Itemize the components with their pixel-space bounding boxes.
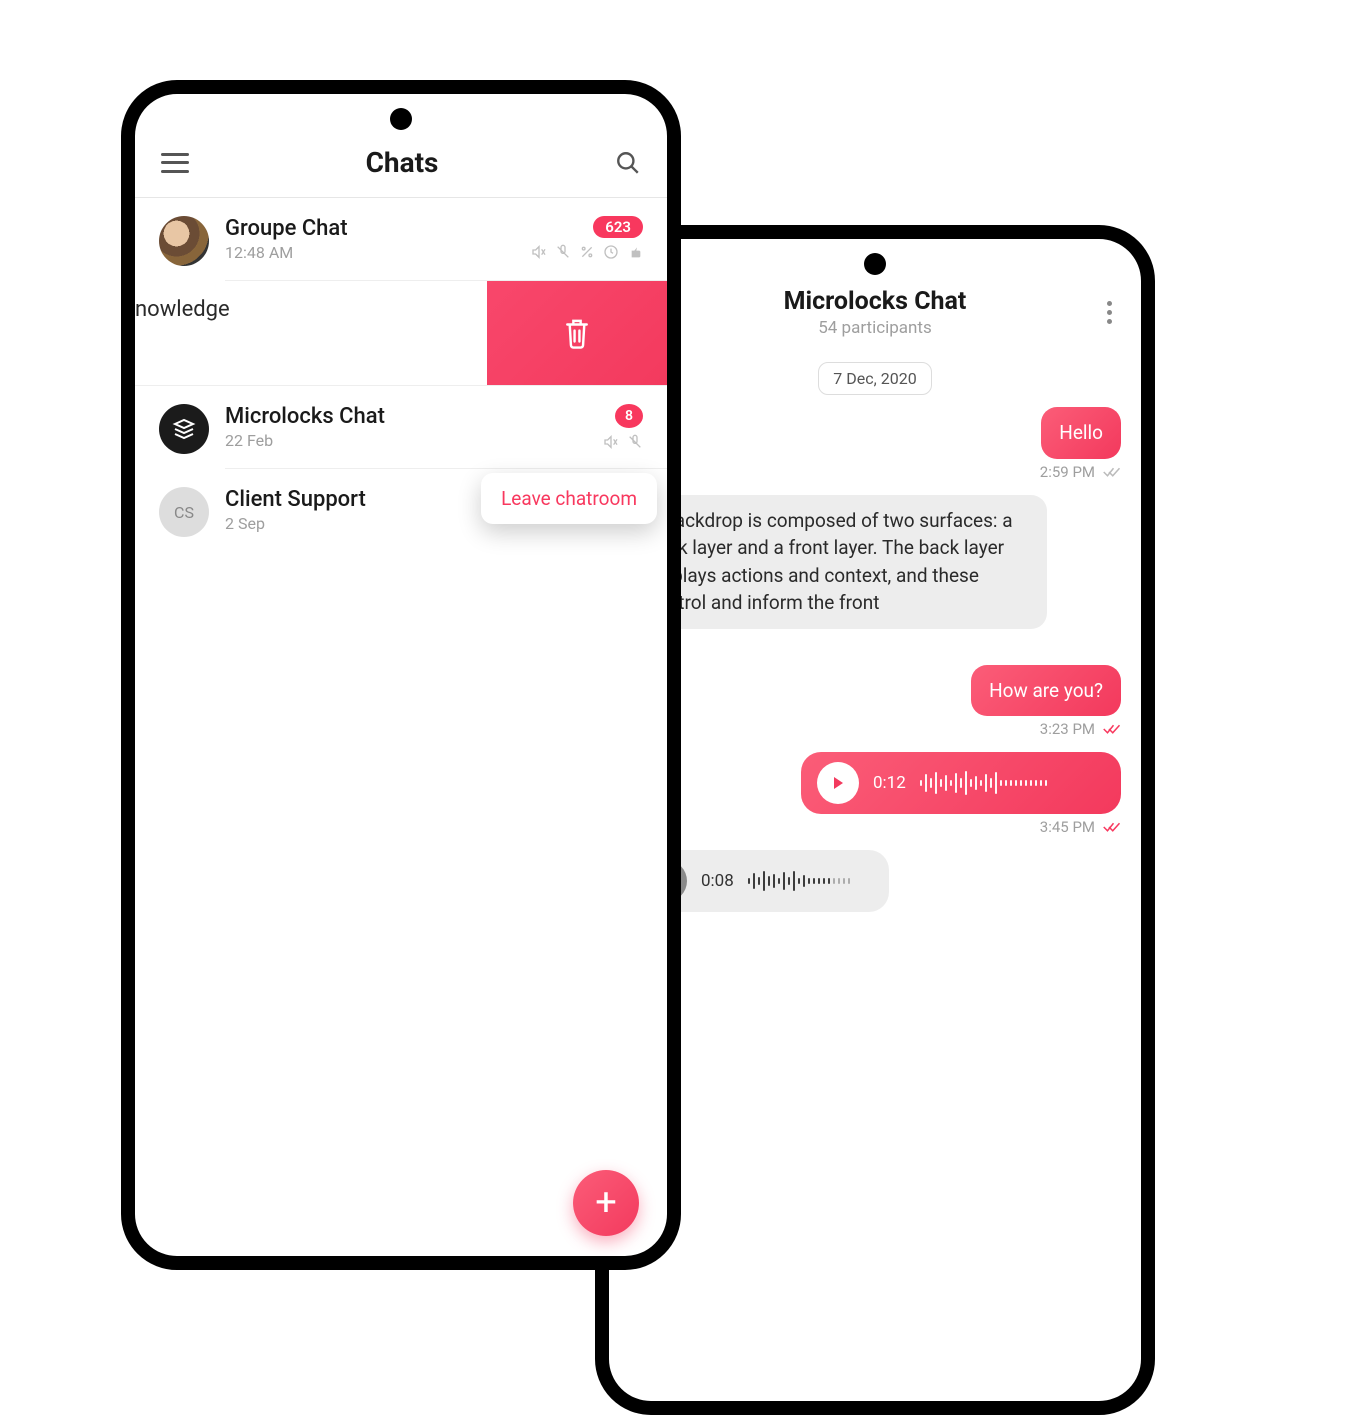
- unread-badge: 623: [593, 216, 643, 238]
- plus-icon: +: [595, 1181, 617, 1225]
- more-icon[interactable]: [1097, 301, 1121, 324]
- waveform: [748, 871, 873, 891]
- thumbs-up-icon: [627, 244, 643, 260]
- search-icon[interactable]: [615, 150, 641, 176]
- muted-icon: [603, 434, 619, 450]
- read-receipt-icon: [1103, 820, 1121, 834]
- status-icons: [603, 434, 643, 450]
- leave-chatroom-button[interactable]: Leave chatroom: [481, 473, 657, 524]
- chat-name: Microlocks Chat: [225, 404, 587, 429]
- chat-list-item[interactable]: Groupe Chat 12:48 AM 623: [135, 198, 667, 280]
- waveform: [920, 771, 1105, 795]
- menu-icon[interactable]: [161, 153, 189, 173]
- avatar: CS: [159, 487, 209, 537]
- chat-name: Groupe Chat: [225, 216, 515, 241]
- message-out[interactable]: Hello: [1041, 407, 1121, 459]
- avatar: [159, 216, 209, 266]
- message-meta: 1 PM: [629, 633, 1121, 651]
- chat-list-item-swiped[interactable]: nowledge: [135, 281, 667, 385]
- message-meta: 2:59 PM: [629, 463, 1121, 481]
- play-icon[interactable]: [817, 762, 859, 804]
- unread-badge: 8: [615, 404, 643, 428]
- trash-icon: [562, 316, 592, 350]
- message-meta: 3:45 PM: [629, 818, 1121, 836]
- status-icons: [531, 244, 643, 260]
- camera-dot: [864, 253, 886, 275]
- muted-icon: [531, 244, 547, 260]
- camera-dot: [390, 108, 412, 130]
- voice-duration: 0:08: [701, 871, 734, 891]
- chat-time: 12:48 AM: [225, 243, 515, 262]
- new-chat-fab[interactable]: +: [573, 1170, 639, 1236]
- read-receipt-icon: [1103, 465, 1121, 479]
- phone-chat-list: Chats Groupe Chat 12:48 AM 623: [121, 80, 681, 1270]
- message-meta: 54 PM: [629, 916, 1121, 934]
- message-out[interactable]: How are you?: [971, 665, 1121, 717]
- chat-title: Microlocks Chat: [653, 287, 1097, 316]
- date-chip: 7 Dec, 2020: [818, 362, 931, 395]
- message-in[interactable]: A backdrop is composed of two surfaces: …: [629, 495, 1047, 629]
- mic-off-icon: [555, 244, 571, 260]
- avatar: [159, 404, 209, 454]
- chat-time: 22 Feb: [225, 431, 587, 450]
- chat-preview-clipped: nowledge: [135, 297, 230, 322]
- read-receipt-icon: [1103, 722, 1121, 736]
- delete-button[interactable]: [487, 281, 667, 385]
- voice-duration: 0:12: [873, 773, 906, 793]
- percent-icon: [579, 244, 595, 260]
- clock-icon: [603, 244, 619, 260]
- chat-list-item[interactable]: CS Client Support 2 Sep Leave chatroom: [135, 469, 667, 551]
- participants-count: 54 participants: [653, 318, 1097, 338]
- page-title: Chats: [366, 146, 439, 179]
- voice-message-out[interactable]: 0:12: [801, 752, 1121, 814]
- chat-list-item[interactable]: Microlocks Chat 22 Feb 8: [135, 386, 667, 468]
- mic-off-icon: [627, 434, 643, 450]
- message-meta: 3:23 PM: [629, 720, 1121, 738]
